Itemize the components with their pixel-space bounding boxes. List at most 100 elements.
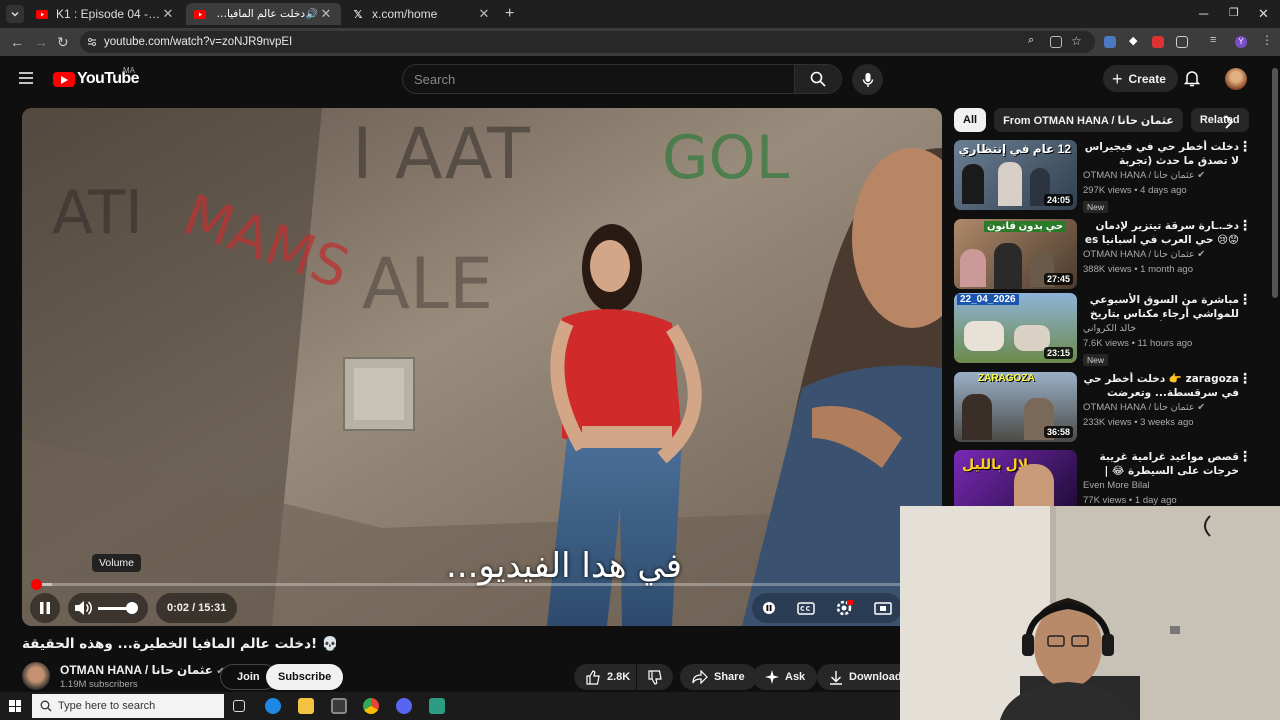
channel-name[interactable]: OTMAN HANA / عثمان حانا ✔ <box>1083 249 1205 260</box>
video-thumbnail[interactable]: حي بدون قانون 27:45 <box>954 219 1077 289</box>
forward-icon[interactable]: → <box>34 34 48 50</box>
restore-icon[interactable]: ❐ <box>1229 6 1239 19</box>
time-display: 0:02 / 15:31 <box>156 593 238 623</box>
more-menu-icon[interactable]: ⋮ <box>1261 33 1273 47</box>
share-button[interactable]: Share <box>680 664 757 690</box>
recommended-video[interactable]: 22_04_2026 23:15 مباشرة من السوق الأسبوع… <box>954 292 1254 366</box>
speaker-icon[interactable]: 🔊 <box>305 9 319 20</box>
recommended-video[interactable]: حي بدون قانون 27:45 دخـ.ـارة سرقة تيتزير… <box>954 218 1254 291</box>
channel-name-text: OTMAN HANA / عثمان حانا <box>60 663 213 677</box>
recommended-video[interactable]: ZARAGOZA 36:58 zaragoza 👉 دخلت أخطر حي ف… <box>954 371 1254 444</box>
taskbar-search-box[interactable]: Type here to search <box>32 694 224 718</box>
scrubber-handle[interactable] <box>30 579 42 590</box>
channel-name[interactable]: OTMAN HANA / عثمان حانا ✔ <box>60 663 225 677</box>
channel-name[interactable]: OTMAN HANA / عثمان حانا ✔ <box>1083 170 1205 181</box>
discord-icon[interactable] <box>396 698 412 714</box>
tab-search-button[interactable] <box>6 5 24 23</box>
more-options-icon[interactable]: ⋮ <box>1238 292 1252 306</box>
task-view-icon[interactable] <box>233 700 245 712</box>
bookmark-star-icon[interactable]: ☆ <box>1071 34 1083 48</box>
thumbs-up-icon <box>586 669 601 685</box>
profile-icon[interactable]: Y <box>1235 36 1247 48</box>
channel-name[interactable]: خالد الكرواني <box>1083 323 1136 334</box>
more-options-icon[interactable]: ⋮ <box>1238 139 1252 153</box>
video-thumbnail[interactable]: 22_04_2026 23:15 <box>954 293 1077 363</box>
site-settings-icon[interactable] <box>87 37 97 47</box>
close-tab-icon[interactable]: ✕ <box>161 6 175 22</box>
search-icon <box>810 71 826 87</box>
volume-slider-handle[interactable] <box>126 601 138 614</box>
close-window-icon[interactable]: ✕ <box>1258 6 1269 22</box>
voice-search-button[interactable] <box>852 64 883 95</box>
chip-from-channel[interactable]: From OTMAN HANA / عثمان حانا <box>994 108 1183 132</box>
diamond-extension-icon[interactable]: ◆ <box>1129 34 1141 47</box>
search-button[interactable] <box>794 65 841 93</box>
video-meta: 297K views • 4 days ago <box>1083 185 1187 196</box>
video-player[interactable]: ATI MAMS I AAT GOL ALE في هدا الفيديو...… <box>22 108 942 626</box>
chevron-right-icon[interactable] <box>1224 115 1234 129</box>
page-scrollbar[interactable] <box>1272 68 1278 298</box>
autoplay-toggle-icon[interactable] <box>762 601 776 615</box>
search-icon <box>40 700 52 712</box>
video-title[interactable]: قصص مواعيد غرامية غريبة خرجات على السيطر… <box>1083 450 1239 478</box>
recommended-video[interactable]: 12 عام في إنتظاري 24:05 دخلت أخطر حي في … <box>954 139 1254 213</box>
like-count: 2.8K <box>607 671 631 683</box>
volume-slider[interactable] <box>98 601 138 614</box>
close-tab-icon[interactable]: ✕ <box>319 6 333 22</box>
minimize-icon[interactable]: ─ <box>1199 6 1208 21</box>
obs-app-icon[interactable] <box>429 698 445 714</box>
video-title[interactable]: zaragoza 👉 دخلت أخطر حي في سرقسطة... وتع… <box>1083 372 1239 400</box>
more-options-icon[interactable]: ⋮ <box>1238 449 1252 463</box>
reading-list-icon[interactable]: ≡ <box>1210 34 1222 46</box>
video-title[interactable]: مباشرة من السوق الأسبوعي للمواشي أرجاء م… <box>1083 293 1239 321</box>
url-field[interactable]: youtube.com/watch?v=zoNJR9nvpEI <box>80 31 1095 53</box>
more-options-icon[interactable]: ⋮ <box>1238 371 1252 385</box>
captions-icon[interactable] <box>797 601 815 615</box>
download-button[interactable]: Download <box>817 664 902 690</box>
progress-bar[interactable] <box>30 579 932 590</box>
channel-name[interactable]: OTMAN HANA / عثمان حانا ✔ <box>1083 402 1205 413</box>
browser-tab-2[interactable]: دخلت عالم المافيا الخطيرة... 🔊 ✕ <box>186 3 341 25</box>
reload-icon[interactable]: ↻ <box>57 34 69 51</box>
video-title[interactable]: دخلت أخطر حي في فيجيراس لا تصدق ما حدث (… <box>1083 140 1239 168</box>
translate-extension-icon[interactable] <box>1104 36 1116 48</box>
more-options-icon[interactable]: ⋮ <box>1238 218 1252 232</box>
close-tab-icon[interactable]: ✕ <box>477 6 491 22</box>
zoom-icon[interactable]: ⌕ <box>1028 34 1040 46</box>
chip-related[interactable]: Related <box>1190 108 1249 132</box>
channel-avatar[interactable] <box>22 662 50 690</box>
dislike-button[interactable] <box>637 664 673 690</box>
create-button[interactable]: + Create <box>1103 65 1178 92</box>
video-thumbnail[interactable]: 12 عام في إنتظاري 24:05 <box>954 140 1077 210</box>
chip-all[interactable]: All <box>954 108 987 132</box>
miniplayer-icon[interactable] <box>874 601 892 615</box>
subscribe-button[interactable]: Subscribe <box>266 664 344 690</box>
video-thumbnail[interactable]: ZARAGOZA 36:58 <box>954 372 1077 442</box>
volume-icon[interactable] <box>74 600 92 616</box>
red-extension-icon[interactable] <box>1152 36 1164 48</box>
back-icon[interactable]: ← <box>10 34 24 50</box>
pause-button[interactable] <box>30 593 60 623</box>
file-explorer-icon[interactable] <box>298 698 314 714</box>
windows-start-icon[interactable] <box>9 700 21 712</box>
edge-browser-icon[interactable] <box>265 698 281 714</box>
youtube-logo[interactable]: YouTube MA <box>53 66 139 88</box>
notifications-bell-icon[interactable] <box>1184 69 1200 87</box>
ask-button[interactable]: Ask <box>753 664 818 690</box>
taskbar-search-placeholder: Type here to search <box>58 700 156 712</box>
menu-icon[interactable] <box>18 71 34 85</box>
settings-gear-icon[interactable] <box>835 599 854 617</box>
volume-control[interactable] <box>68 593 148 623</box>
cast-icon[interactable] <box>1050 36 1062 48</box>
chrome-icon[interactable] <box>363 698 379 714</box>
new-tab-icon[interactable]: + <box>505 5 514 23</box>
account-avatar[interactable] <box>1225 68 1247 90</box>
store-icon[interactable] <box>331 698 347 714</box>
browser-tab-3[interactable]: 𝕏 x.com/home ✕ <box>344 3 499 25</box>
video-title[interactable]: دخـ.ـارة سرقة تيتزير لإدمان 😟😢 حي العرب … <box>1083 219 1239 247</box>
like-button[interactable]: 2.8K <box>574 664 636 690</box>
extensions-puzzle-icon[interactable] <box>1176 36 1188 48</box>
browser-tab-1[interactable]: K1 : Episode 04 - YouTube ✕ <box>28 3 183 25</box>
channel-name[interactable]: Even More Bilal <box>1083 480 1150 491</box>
search-input[interactable] <box>403 65 796 93</box>
